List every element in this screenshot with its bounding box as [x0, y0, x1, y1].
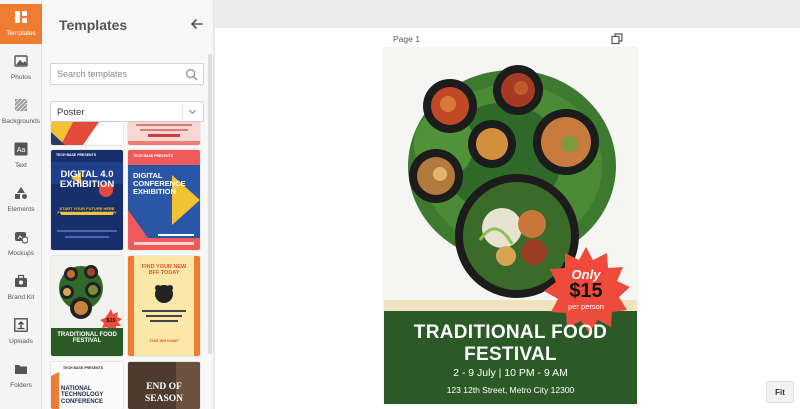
thumb-art: [128, 165, 200, 245]
rail-label: Folders: [10, 382, 32, 389]
search-input[interactable]: [57, 64, 182, 84]
template-thumb[interactable]: FIND YOUR NEW BFF TODAY TAKE HIM HOME!: [128, 256, 200, 356]
template-thumb[interactable]: TECH BASE PRESENTS NATIONAL TECHNOLOGY C…: [51, 362, 123, 409]
badge-per-text: per person: [568, 302, 604, 311]
thumb-price: $15: [106, 318, 116, 324]
rail-label: Brand Kit: [7, 294, 35, 301]
template-thumb[interactable]: END OF SEASON: [128, 362, 200, 409]
rail-elements[interactable]: Elements: [0, 180, 42, 220]
templates-icon: [15, 11, 27, 23]
thumb-art: [128, 124, 200, 145]
rail-label: Elements: [7, 206, 35, 213]
thumb-title: DIGITAL CONFERENCE EXHIBITION: [133, 171, 186, 196]
template-thumb[interactable]: $15 TRADITIONAL FOOD FESTIVAL: [51, 256, 123, 356]
panel-scrollbar[interactable]: [208, 54, 212, 354]
thumb-art: [51, 122, 99, 145]
page-label: Page 1: [393, 34, 420, 44]
rail-uploads[interactable]: Uploads: [0, 312, 42, 352]
text-icon: Aa: [14, 142, 28, 156]
top-bar: [215, 0, 800, 28]
rail-mockups[interactable]: Mockups: [0, 224, 42, 264]
thumb-sub: START YOUR FUTURE HERE FROM 09.02.2023 F…: [57, 206, 117, 216]
rail-photos[interactable]: Photos: [0, 48, 42, 88]
thumb-kicker: TECH BASE PRESENTS: [56, 153, 97, 157]
templates-panel: Templates Poster TECH BASE PRESENTS DIGI…: [42, 0, 214, 409]
rail-folders[interactable]: Folders: [0, 356, 42, 396]
rail-label: Text: [15, 162, 27, 169]
template-thumb[interactable]: [51, 122, 123, 145]
rail-label: Templates: [6, 30, 36, 37]
thumb-title: DIGITAL 4.0 EXHIBITION: [59, 169, 115, 190]
category-select[interactable]: Poster: [50, 101, 204, 122]
badge-price-text: $15: [569, 280, 603, 302]
arrow-left-icon[interactable]: [190, 17, 204, 31]
rail-templates[interactable]: Templates: [0, 4, 42, 44]
uploads-icon: [14, 318, 28, 332]
poster-title-line2[interactable]: FESTIVAL: [384, 344, 637, 366]
left-rail: Templates Photos Backgrounds Aa Text Ele…: [0, 0, 42, 409]
photo-icon: [14, 55, 28, 67]
backgrounds-icon: [14, 98, 28, 112]
elements-icon: [15, 187, 27, 199]
template-thumb[interactable]: [128, 122, 200, 145]
thumb-kicker: TECH BASE PRESENTS: [133, 154, 174, 158]
thumb-kicker: TECH BASE PRESENTS: [63, 366, 104, 370]
thumb-title: FIND YOUR NEW BFF TODAY: [141, 264, 187, 276]
brand-kit-icon: [15, 274, 27, 287]
panel-title: Templates: [59, 17, 128, 33]
thumb-title: END OF SEASON: [144, 382, 183, 404]
template-thumb[interactable]: TECH BASE PRESENTS DIGITAL 4.0 EXHIBITIO…: [51, 150, 123, 250]
rail-text[interactable]: Aa Text: [0, 136, 42, 176]
select-divider: [182, 105, 183, 119]
rail-label: Uploads: [9, 338, 33, 345]
rail-label: Backgrounds: [2, 118, 40, 125]
search-box: [50, 63, 204, 85]
rail-label: Mockups: [7, 250, 34, 257]
duplicate-page-icon[interactable]: [611, 33, 623, 45]
mockups-icon: [15, 232, 28, 244]
svg-text:Aa: Aa: [17, 147, 26, 154]
category-value: Poster: [57, 107, 85, 118]
rail-label: Photos: [10, 74, 32, 81]
folder-icon: [15, 365, 27, 374]
chevron-down-icon: [188, 109, 197, 115]
thumb-art: [51, 162, 123, 238]
template-thumb[interactable]: TECH BASE PRESENTS DIGITAL CONFERENCE EX…: [128, 150, 200, 250]
rail-backgrounds[interactable]: Backgrounds: [0, 92, 42, 132]
poster-canvas[interactable]: Only $15 per person TRADITIONAL FOOD FES…: [384, 48, 637, 404]
poster-title-line1[interactable]: TRADITIONAL FOOD: [384, 322, 637, 344]
thumb-title: TRADITIONAL FOOD FESTIVAL: [57, 332, 117, 345]
search-icon[interactable]: [185, 68, 198, 81]
fit-button[interactable]: Fit: [766, 381, 794, 403]
poster-date[interactable]: 2 - 9 July | 10 PM - 9 AM: [384, 367, 637, 379]
poster-address[interactable]: 123 12th Street, Metro City 12300: [384, 385, 637, 395]
thumb-title: NATIONAL TECHNOLOGY CONFERENCE: [61, 386, 104, 405]
rail-brand-kit[interactable]: Brand Kit: [0, 268, 42, 308]
thumb-sub: TAKE HIM HOME!: [149, 339, 179, 343]
